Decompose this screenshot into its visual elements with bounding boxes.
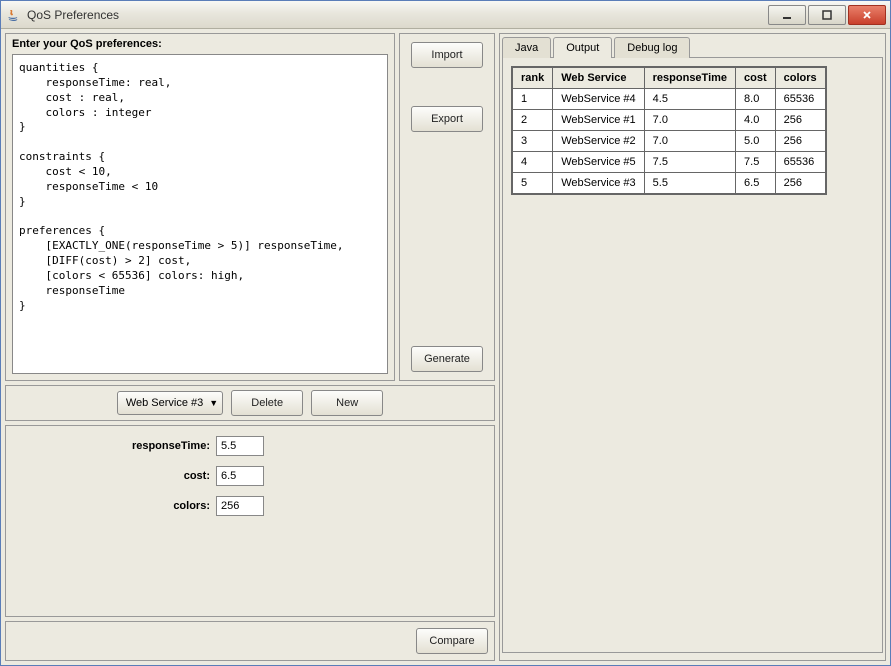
new-button[interactable]: New bbox=[311, 390, 383, 416]
colors-field[interactable] bbox=[216, 496, 264, 516]
table-cell: 4.5 bbox=[644, 89, 735, 110]
tab-java[interactable]: Java bbox=[502, 37, 551, 58]
header-rank: rank bbox=[512, 67, 553, 89]
table-cell: 65536 bbox=[775, 152, 826, 173]
table-cell: 8.0 bbox=[736, 89, 776, 110]
header-cost: cost bbox=[736, 67, 776, 89]
table-cell: 256 bbox=[775, 131, 826, 152]
table-row: 3WebService #27.05.0256 bbox=[512, 131, 826, 152]
header-responsetime: responseTime bbox=[644, 67, 735, 89]
compare-button[interactable]: Compare bbox=[416, 628, 488, 654]
table-cell: 65536 bbox=[775, 89, 826, 110]
tab-output[interactable]: Output bbox=[553, 37, 612, 58]
table-cell: 7.5 bbox=[736, 152, 776, 173]
header-webservice: Web Service bbox=[553, 67, 644, 89]
export-button[interactable]: Export bbox=[411, 106, 483, 132]
prefs-input[interactable] bbox=[12, 54, 388, 374]
java-icon bbox=[5, 7, 21, 23]
table-cell: WebService #1 bbox=[553, 110, 644, 131]
table-cell: 3 bbox=[512, 131, 553, 152]
chevron-down-icon: ▼ bbox=[209, 398, 218, 408]
table-cell: 7.5 bbox=[644, 152, 735, 173]
cost-field[interactable] bbox=[216, 466, 264, 486]
table-cell: 2 bbox=[512, 110, 553, 131]
table-cell: 1 bbox=[512, 89, 553, 110]
maximize-button[interactable] bbox=[808, 5, 846, 25]
webservice-select[interactable]: Web Service #3 ▼ bbox=[117, 391, 223, 415]
close-button[interactable] bbox=[848, 5, 886, 25]
table-cell: 4.0 bbox=[736, 110, 776, 131]
table-cell: 4 bbox=[512, 152, 553, 173]
table-cell: 6.5 bbox=[736, 173, 776, 195]
table-cell: 5.0 bbox=[736, 131, 776, 152]
tab-body-output: rank Web Service responseTime cost color… bbox=[502, 57, 883, 653]
table-row: 4WebService #57.57.565536 bbox=[512, 152, 826, 173]
table-row: 2WebService #17.04.0256 bbox=[512, 110, 826, 131]
responsetime-label: responseTime: bbox=[16, 440, 216, 452]
prefs-panel: Enter your QoS preferences: bbox=[5, 33, 395, 381]
responsetime-field[interactable] bbox=[216, 436, 264, 456]
header-colors: colors bbox=[775, 67, 826, 89]
webservice-form: responseTime: cost: colors: bbox=[5, 425, 495, 617]
webservice-toolbar: Web Service #3 ▼ Delete New bbox=[5, 385, 495, 421]
compare-bar: Compare bbox=[5, 621, 495, 661]
app-window: QoS Preferences Enter your QoS preferenc… bbox=[0, 0, 891, 666]
titlebar: QoS Preferences bbox=[1, 1, 890, 29]
tab-debuglog[interactable]: Debug log bbox=[614, 37, 690, 58]
delete-button[interactable]: Delete bbox=[231, 390, 303, 416]
table-cell: 256 bbox=[775, 110, 826, 131]
output-panel: Java Output Debug log rank Web Service r… bbox=[499, 33, 886, 661]
table-cell: 5 bbox=[512, 173, 553, 195]
table-cell: WebService #2 bbox=[553, 131, 644, 152]
generate-button[interactable]: Generate bbox=[411, 346, 483, 372]
table-cell: WebService #4 bbox=[553, 89, 644, 110]
table-row: 1WebService #44.58.065536 bbox=[512, 89, 826, 110]
window-title: QoS Preferences bbox=[27, 8, 766, 22]
action-button-column: Import Export Generate bbox=[399, 33, 495, 381]
table-cell: 7.0 bbox=[644, 110, 735, 131]
cost-label: cost: bbox=[16, 470, 216, 482]
table-cell: WebService #5 bbox=[553, 152, 644, 173]
colors-label: colors: bbox=[16, 500, 216, 512]
prefs-label: Enter your QoS preferences: bbox=[6, 34, 394, 54]
table-row: 5WebService #35.56.5256 bbox=[512, 173, 826, 195]
import-button[interactable]: Import bbox=[411, 42, 483, 68]
table-cell: 5.5 bbox=[644, 173, 735, 195]
minimize-button[interactable] bbox=[768, 5, 806, 25]
tabs: Java Output Debug log bbox=[502, 37, 883, 58]
table-cell: 7.0 bbox=[644, 131, 735, 152]
output-table: rank Web Service responseTime cost color… bbox=[511, 66, 827, 195]
webservice-select-value: Web Service #3 bbox=[126, 397, 203, 409]
table-cell: WebService #3 bbox=[553, 173, 644, 195]
table-cell: 256 bbox=[775, 173, 826, 195]
